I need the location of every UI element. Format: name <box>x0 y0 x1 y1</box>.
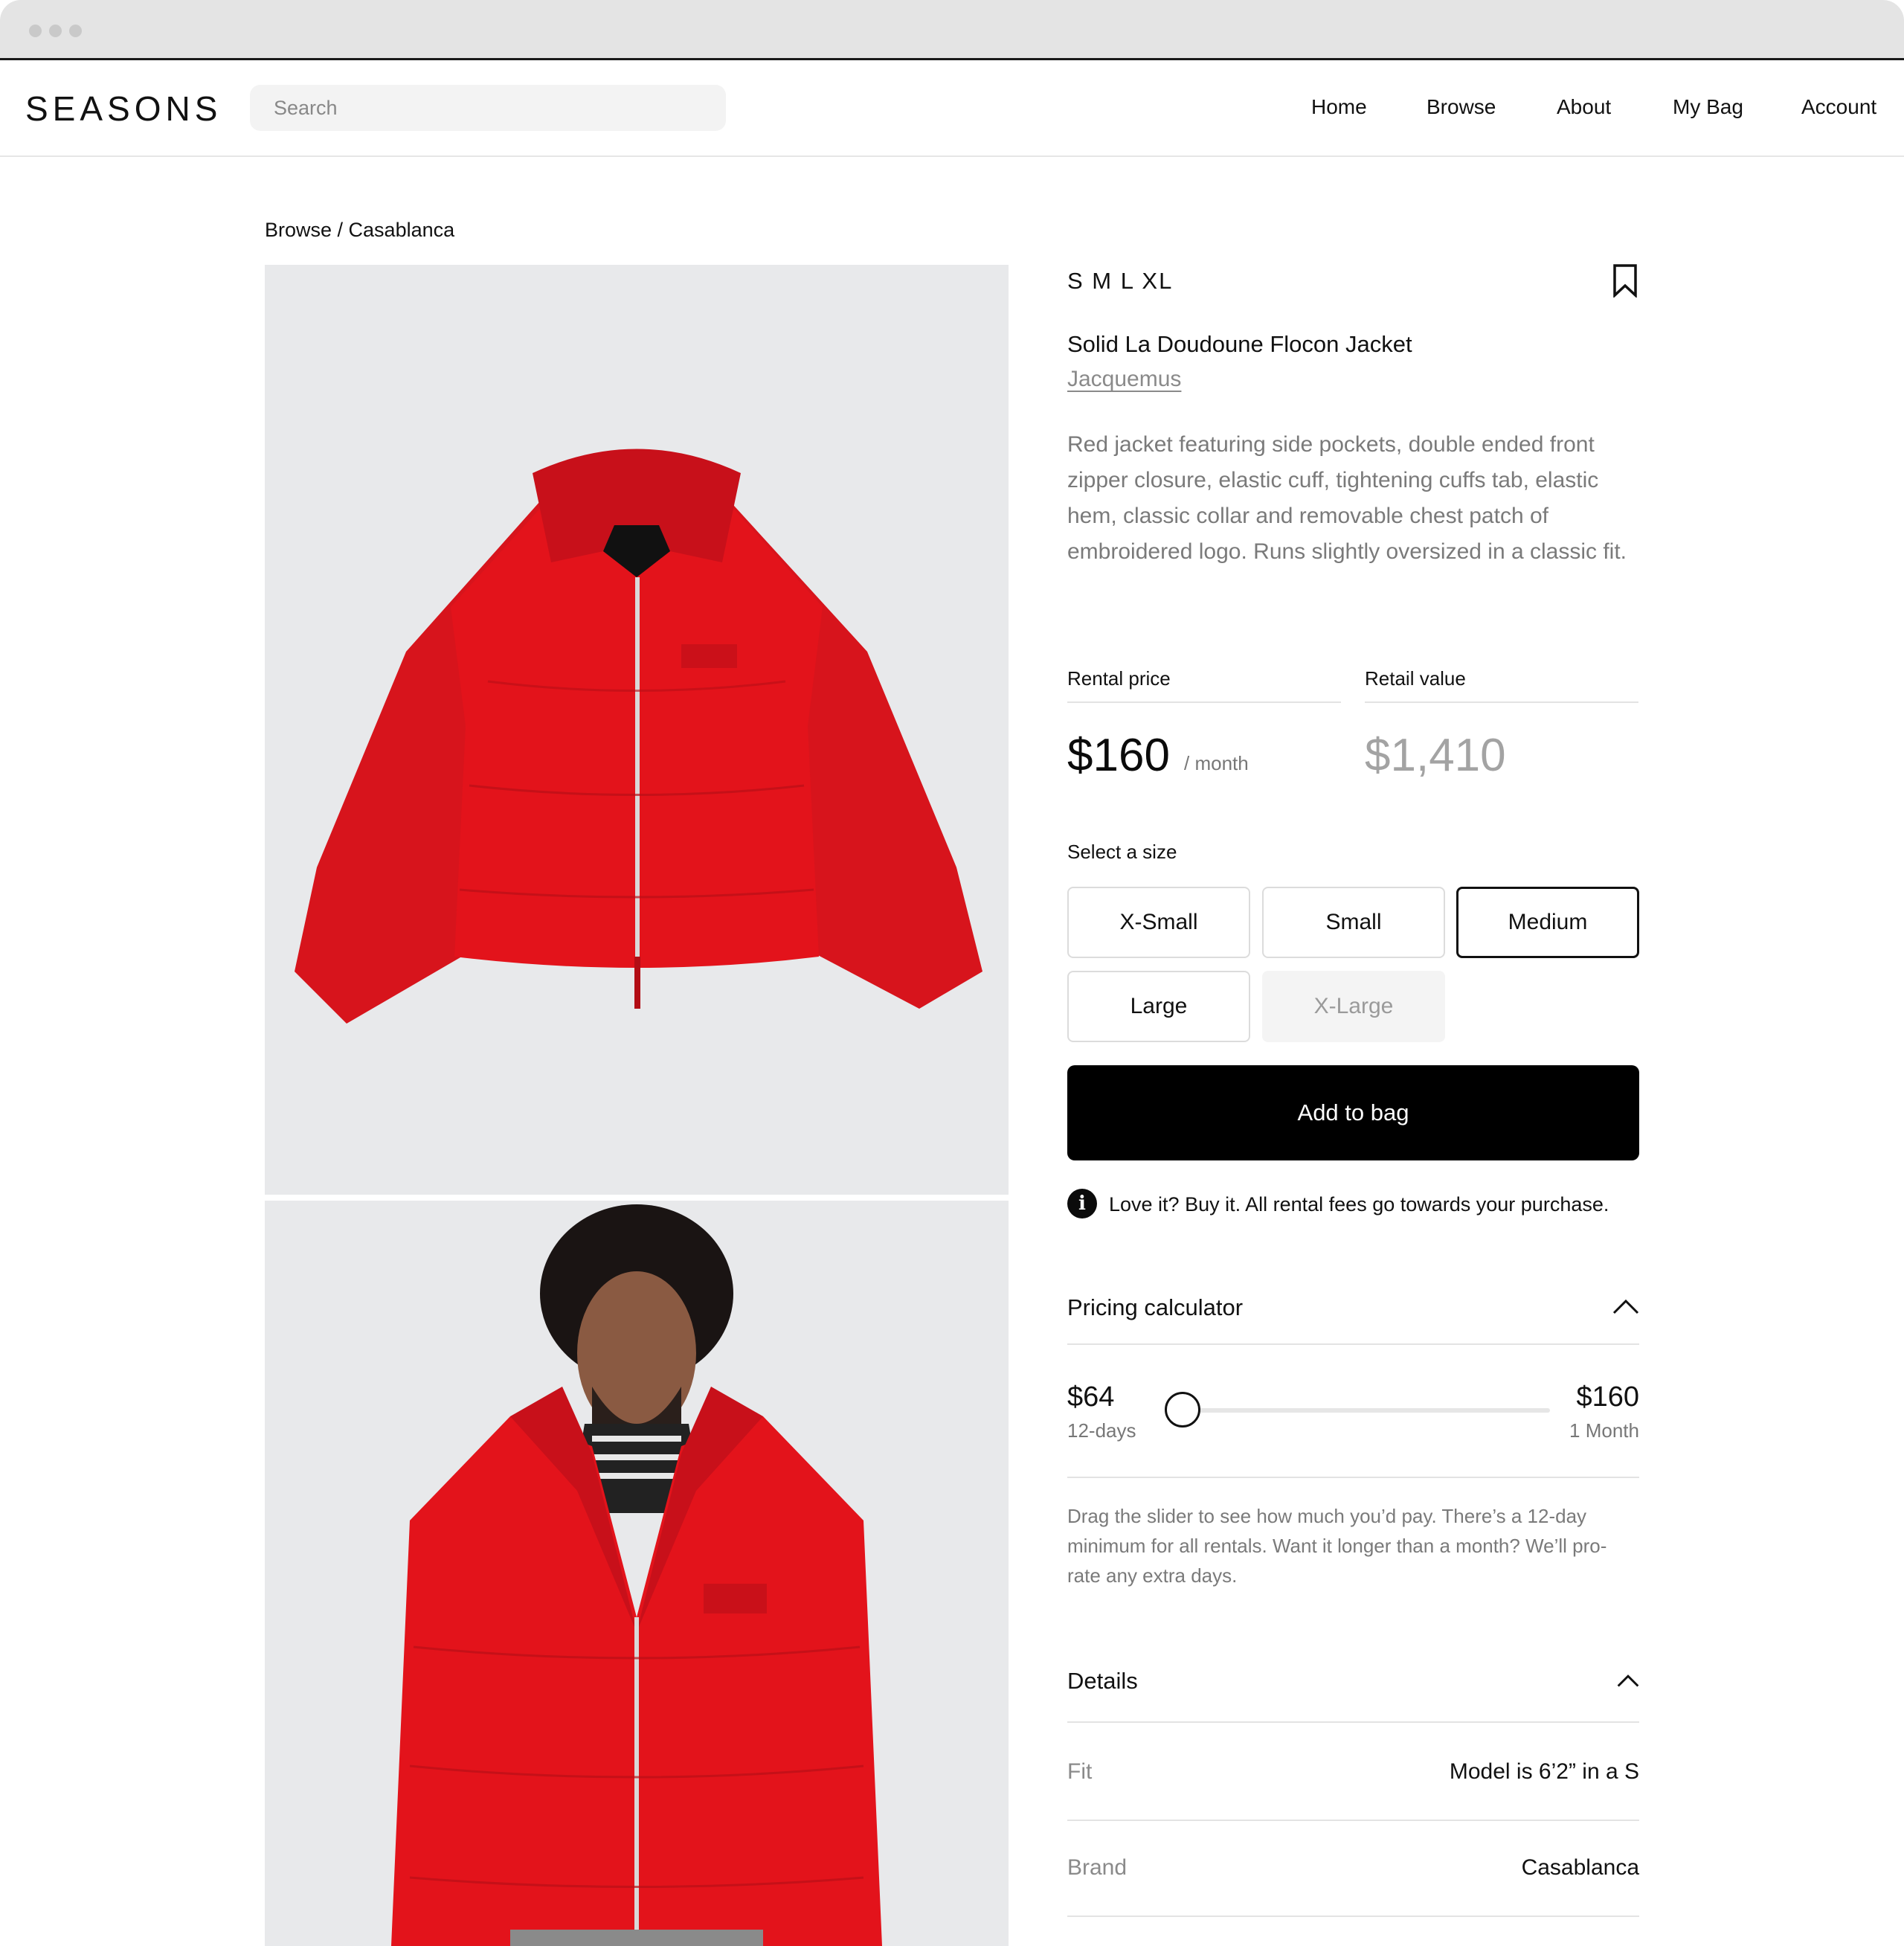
size-option-small[interactable]: Small <box>1262 887 1445 958</box>
detail-value-brand: Casablanca <box>1521 1855 1639 1880</box>
product-image-model[interactable] <box>265 1201 1009 1946</box>
size-option-large[interactable]: Large <box>1067 971 1250 1042</box>
product-brand-link[interactable]: Jacquemus <box>1067 365 1181 394</box>
detail-row-divider <box>1067 1916 1639 1917</box>
details-title[interactable]: Details <box>1067 1666 1138 1696</box>
site-logo[interactable]: SEASONS <box>25 88 222 129</box>
model-illustration <box>391 1204 882 1946</box>
chevron-up-icon[interactable] <box>1617 1673 1639 1688</box>
pricing-calculator-title[interactable]: Pricing calculator <box>1067 1293 1243 1323</box>
info-icon: i <box>1067 1189 1097 1218</box>
pricing-calculator-divider <box>1067 1343 1639 1345</box>
nav-link-account[interactable]: Account <box>1801 94 1876 121</box>
rental-price: $160 <box>1067 730 1170 781</box>
calc-bottom-divider <box>1067 1477 1639 1478</box>
retail-value-label: Retail value <box>1365 667 1466 690</box>
detail-row-divider <box>1067 1820 1639 1821</box>
add-to-bag-button[interactable]: Add to bag <box>1067 1065 1639 1160</box>
product-title: Solid La Doudoune Flocon Jacket <box>1067 331 1412 357</box>
calc-max-label: 1 Month <box>1569 1419 1639 1442</box>
size-option-x-small[interactable]: X-Small <box>1067 887 1250 958</box>
nav-link-about[interactable]: About <box>1557 94 1611 121</box>
rental-period: / month <box>1184 752 1249 774</box>
pricing-slider-track[interactable] <box>1183 1408 1550 1413</box>
size-option-x-large[interactable]: X-Large <box>1262 971 1445 1042</box>
nav-link-my-bag[interactable]: My Bag <box>1673 94 1743 121</box>
rental-price-label: Rental price <box>1067 667 1171 690</box>
calc-min-price: $64 <box>1067 1381 1115 1413</box>
product-description: Red jacket featuring side pockets, doubl… <box>1067 432 1627 564</box>
calc-min-label: 12-days <box>1067 1419 1136 1442</box>
detail-label-brand: Brand <box>1067 1855 1128 1880</box>
chevron-up-icon[interactable] <box>1612 1298 1639 1314</box>
pricing-slider-thumb[interactable] <box>1165 1392 1200 1428</box>
nav-link-home[interactable]: Home <box>1311 94 1367 121</box>
details-divider <box>1067 1721 1639 1723</box>
product-image-flat[interactable] <box>265 265 1009 1195</box>
size-option-medium[interactable]: Medium <box>1456 887 1639 958</box>
search-input[interactable] <box>250 85 726 131</box>
window-zoom-dot[interactable] <box>69 25 82 37</box>
size-select-label: Select a size <box>1067 841 1177 863</box>
rental-price-divider <box>1067 701 1341 703</box>
nav-link-browse[interactable]: Browse <box>1427 94 1496 121</box>
browser-titlebar <box>0 0 1904 60</box>
window-minimize-dot[interactable] <box>49 25 62 37</box>
pricing-calculator-note: Drag the slider to see how much you’d pa… <box>1067 1505 1607 1587</box>
detail-label-fit: Fit <box>1067 1759 1093 1784</box>
jacket-flat-illustration <box>295 449 982 1024</box>
bookmark-icon[interactable] <box>1612 263 1638 298</box>
buy-info-note: Love it? Buy it. All rental fees go towa… <box>1109 1193 1609 1216</box>
window-close-dot[interactable] <box>29 25 42 37</box>
available-sizes: S M L XL <box>1067 268 1174 294</box>
breadcrumb[interactable]: Browse / Casablanca <box>265 217 454 243</box>
retail-value-divider <box>1365 701 1638 703</box>
retail-value: $1,410 <box>1365 730 1506 781</box>
detail-value-fit: Model is 6’2” in a S <box>1449 1759 1639 1784</box>
calc-max-price: $160 <box>1576 1381 1639 1413</box>
